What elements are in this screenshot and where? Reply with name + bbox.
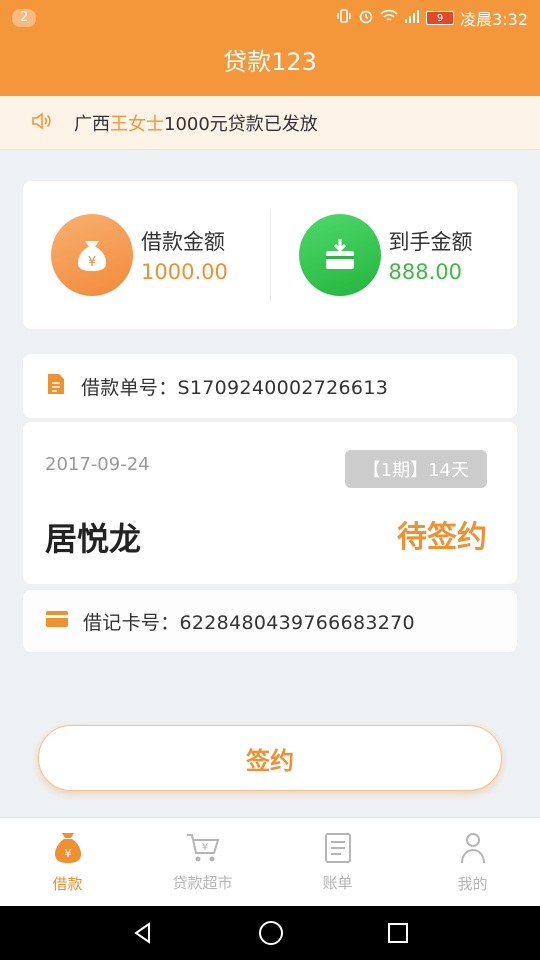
page-title: 贷款123 (223, 48, 317, 76)
bank-card-icon (45, 610, 69, 632)
status-bar: 2 9 凌晨3:32 (0, 0, 540, 36)
debit-card-label: 借记卡号： (83, 611, 180, 634)
back-icon[interactable] (131, 921, 155, 945)
status-icons: 9 凌晨3:32 (336, 6, 528, 30)
cart-icon: ¥ (185, 832, 221, 868)
bottom-tab-bar: ¥ 借款 ¥ 贷款超市 账单 我的 (0, 817, 540, 906)
loan-amount-value: 1000.00 (141, 260, 228, 284)
speaker-icon (30, 109, 54, 137)
app-header: 2 9 凌晨3:32 贷款123 (0, 0, 540, 96)
wallet-download-icon (298, 214, 381, 296)
notice-bar: 广西王女士1000元贷款已发放 (0, 96, 540, 150)
status-time: 凌晨3:32 (460, 10, 528, 29)
notice-suffix: 1000元贷款已发放 (164, 113, 318, 135)
tab-mine[interactable]: 我的 (405, 818, 540, 906)
loan-amount-label: 借款金额 (141, 230, 225, 254)
tab-label: 账单 (322, 873, 353, 892)
battery-icon: 9 (426, 11, 455, 25)
tab-loan-market[interactable]: ¥ 贷款超市 (135, 818, 270, 906)
notification-count-badge: 2 (12, 9, 37, 27)
notice-highlight: 王女士 (110, 113, 164, 135)
order-number-label: 借款单号： (81, 376, 178, 399)
svg-text:¥: ¥ (64, 847, 71, 860)
tab-label: 贷款超市 (172, 873, 233, 892)
wifi-icon (380, 9, 398, 27)
tab-bill[interactable]: 账单 (270, 818, 405, 906)
order-detail-card[interactable]: 2017-09-24 【1期】14天 居悦龙 待签约 (23, 422, 517, 584)
alarm-icon (358, 8, 374, 28)
svg-text:¥: ¥ (201, 842, 207, 853)
svg-text:¥: ¥ (88, 255, 96, 270)
vibrate-icon (336, 8, 352, 28)
notice-prefix: 广西 (74, 113, 110, 135)
notice-text: 广西王女士1000元贷款已发放 (74, 110, 318, 136)
system-nav-bar (0, 906, 540, 960)
recents-icon[interactable] (387, 922, 409, 944)
received-amount-section: 到手金额 888.00 (271, 181, 518, 329)
borrower-name: 居悦龙 (45, 520, 142, 558)
user-icon (459, 831, 487, 869)
document-icon (45, 372, 67, 400)
order-date: 2017-09-24 (45, 454, 150, 475)
loan-amount-section: ¥ 借款金额 1000.00 (23, 181, 270, 329)
order-number-row: 借款单号：S1709240002726613 (23, 354, 517, 418)
debit-card-row: 借记卡号：6228480439766683270 (23, 590, 517, 652)
order-status-badge: 待签约 (397, 520, 487, 555)
period-tag: 【1期】14天 (344, 450, 487, 488)
sign-button[interactable]: 签约 (38, 725, 502, 791)
amount-card: ¥ 借款金额 1000.00 到手金额 888.00 (23, 181, 517, 329)
tab-loan[interactable]: ¥ 借款 (0, 818, 135, 906)
home-icon[interactable] (258, 920, 284, 946)
debit-card-number: 6228480439766683270 (179, 611, 415, 634)
tab-label: 借款 (52, 874, 83, 893)
order-number-text: 借款单号：S1709240002726613 (81, 373, 388, 400)
bill-icon (324, 832, 352, 868)
money-bag-icon: ¥ (53, 831, 83, 869)
debit-card-text: 借记卡号：6228480439766683270 (83, 608, 415, 635)
tab-label: 我的 (457, 874, 488, 893)
money-bag-icon: ¥ (51, 214, 133, 296)
received-amount-label: 到手金额 (388, 230, 473, 254)
signal-icon (404, 9, 420, 27)
order-number-value: S1709240002726613 (177, 376, 389, 399)
received-amount-value: 888.00 (388, 260, 462, 284)
